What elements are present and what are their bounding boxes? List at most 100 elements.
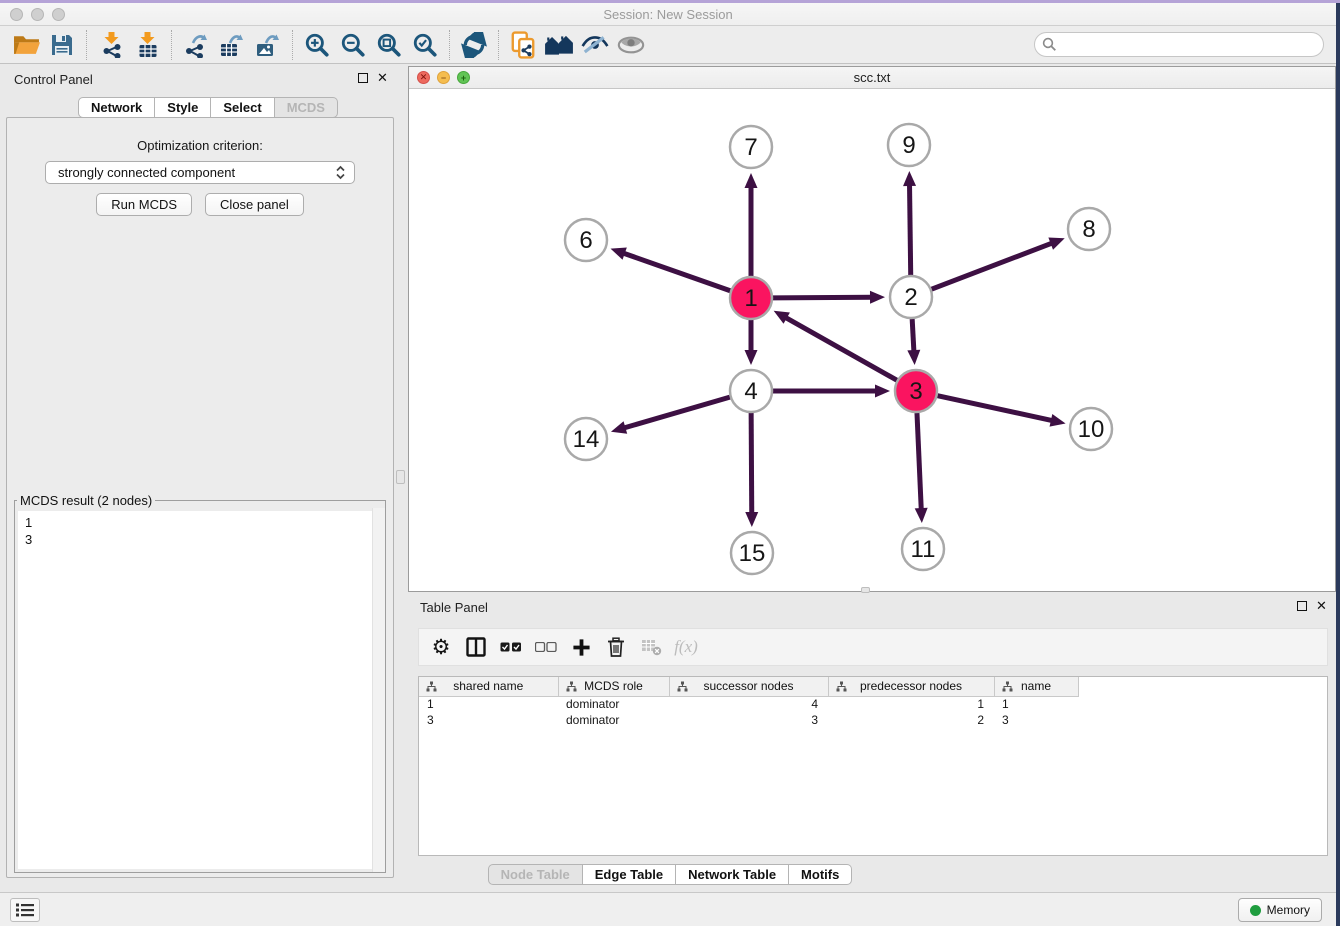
table-cell[interactable] <box>1078 696 1328 712</box>
table-cell[interactable]: 3 <box>669 712 828 728</box>
table-cell[interactable]: 3 <box>419 712 558 728</box>
window-title: Session: New Session <box>0 7 1336 22</box>
show-all-icon[interactable] <box>613 29 649 61</box>
graph-edge-arrowhead <box>1048 238 1064 250</box>
main-toolbar <box>0 26 1336 64</box>
graph-node-label-11: 11 <box>911 536 936 563</box>
network-window-titlebar: ✕ − + scc.txt <box>409 67 1335 89</box>
export-image-icon[interactable] <box>250 29 286 61</box>
mcds-result-line: 1 <box>25 514 382 531</box>
show-columns-icon[interactable] <box>462 633 490 661</box>
table-cell[interactable]: 1 <box>994 696 1078 712</box>
table-cell[interactable]: 2 <box>828 712 994 728</box>
memory-label: Memory <box>1267 903 1310 917</box>
horizontal-splitter-handle[interactable] <box>861 587 870 593</box>
save-session-icon[interactable] <box>44 29 80 61</box>
tab-style[interactable]: Style <box>155 97 211 118</box>
select-all-checkboxes-icon[interactable] <box>497 633 525 661</box>
close-panel-icon[interactable]: ✕ <box>1316 601 1327 611</box>
apply-function-icon[interactable]: f(x) <box>672 633 700 661</box>
table-cell[interactable]: dominator <box>558 712 669 728</box>
network-view-window: ✕ − + scc.txt 1234678910111415 <box>408 66 1336 592</box>
open-session-icon[interactable] <box>8 29 44 61</box>
delete-table-icon[interactable] <box>637 633 665 661</box>
application-window: Session: New Session <box>0 0 1340 926</box>
table-settings-icon[interactable]: ⚙ <box>427 633 455 661</box>
table-cell[interactable]: dominator <box>558 696 669 712</box>
optimization-criterion-select[interactable]: strongly connected component <box>45 161 355 184</box>
delete-row-icon[interactable] <box>602 633 630 661</box>
import-network-icon[interactable] <box>93 29 129 61</box>
hide-selected-icon[interactable] <box>577 29 613 61</box>
unselect-all-checkboxes-icon[interactable] <box>532 633 560 661</box>
refresh-view-icon[interactable] <box>456 29 492 61</box>
table-row[interactable]: 3dominator323 <box>419 712 1328 728</box>
graph-edge-3-10[interactable] <box>937 396 1053 421</box>
graph-node-label-8: 8 <box>1082 216 1095 243</box>
run-mcds-button[interactable]: Run MCDS <box>96 193 192 216</box>
graph-edge-2-8[interactable] <box>932 243 1054 290</box>
column-header-name[interactable]: name <box>994 677 1078 696</box>
table-cell[interactable]: 1 <box>828 696 994 712</box>
mcds-result-text[interactable]: 13 <box>18 511 382 869</box>
graph-edge-4-14[interactable] <box>622 397 729 428</box>
show-panels-button[interactable] <box>10 898 40 922</box>
float-panel-icon[interactable] <box>358 73 368 83</box>
column-header-predecessor-nodes[interactable]: predecessor nodes <box>828 677 994 696</box>
zoom-out-icon[interactable] <box>335 29 371 61</box>
export-network-icon[interactable] <box>178 29 214 61</box>
zoom-in-icon[interactable] <box>299 29 335 61</box>
select-arrows-icon <box>335 165 346 180</box>
tab-node-table[interactable]: Node Table <box>488 864 583 885</box>
toolbar-separator <box>171 30 172 60</box>
table-cell[interactable]: 1 <box>419 696 558 712</box>
graph-edge-2-3[interactable] <box>912 319 914 353</box>
close-panel-button[interactable]: Close panel <box>205 193 304 216</box>
toolbar-separator <box>86 30 87 60</box>
new-network-from-selection-icon[interactable] <box>505 29 541 61</box>
graph-node-label-15: 15 <box>739 540 766 567</box>
column-header-successor-nodes[interactable]: successor nodes <box>669 677 828 696</box>
memory-button[interactable]: Memory <box>1238 898 1322 922</box>
graph-edge-4-15[interactable] <box>751 413 752 515</box>
table-cell[interactable]: 3 <box>994 712 1078 728</box>
first-neighbors-icon[interactable] <box>541 29 577 61</box>
graph-node-label-9: 9 <box>902 132 915 159</box>
graph-edge-1-6[interactable] <box>622 253 730 291</box>
table-panel-tabs: Node TableEdge TableNetwork TableMotifs <box>0 864 1340 885</box>
table-cell[interactable]: 4 <box>669 696 828 712</box>
float-panel-icon[interactable] <box>1297 601 1307 611</box>
tab-edge-table[interactable]: Edge Table <box>583 864 676 885</box>
result-scrollbar[interactable] <box>372 508 385 872</box>
zoom-fit-icon[interactable] <box>371 29 407 61</box>
table-cell[interactable] <box>1078 712 1328 728</box>
graph-edge-2-9[interactable] <box>910 183 911 275</box>
zoom-selected-icon[interactable] <box>407 29 443 61</box>
graph-edge-3-11[interactable] <box>917 413 921 511</box>
import-table-icon[interactable] <box>129 29 165 61</box>
table-row[interactable]: 1dominator411 <box>419 696 1328 712</box>
graph-edge-arrowhead <box>1050 414 1066 427</box>
tab-network[interactable]: Network <box>78 97 155 118</box>
optimization-criterion-value: strongly connected component <box>58 165 335 180</box>
tab-motifs[interactable]: Motifs <box>789 864 852 885</box>
tab-network-table[interactable]: Network Table <box>676 864 789 885</box>
graph-edge-1-2[interactable] <box>773 297 873 298</box>
tab-select[interactable]: Select <box>211 97 274 118</box>
graph-node-label-7: 7 <box>744 134 757 161</box>
add-row-icon[interactable] <box>567 633 595 661</box>
network-canvas[interactable]: 1234678910111415 <box>409 89 1335 591</box>
graph-edge-arrowhead <box>903 171 916 186</box>
close-panel-icon[interactable]: ✕ <box>377 73 388 83</box>
vertical-splitter-handle[interactable] <box>396 470 405 484</box>
graph-edge-3-1[interactable] <box>784 317 897 381</box>
table-toolbar: ⚙ f(x) <box>418 628 1328 666</box>
column-header-shared-name[interactable]: shared name <box>419 677 558 696</box>
control-panel-window-buttons: ✕ <box>358 73 388 83</box>
tab-mcds[interactable]: MCDS <box>275 97 338 118</box>
column-header-mcds-role[interactable]: MCDS role <box>558 677 669 696</box>
optimization-criterion-label: Optimization criterion: <box>7 138 393 153</box>
search-input[interactable] <box>1034 32 1324 57</box>
graph-edge-arrowhead <box>915 508 928 523</box>
export-table-icon[interactable] <box>214 29 250 61</box>
